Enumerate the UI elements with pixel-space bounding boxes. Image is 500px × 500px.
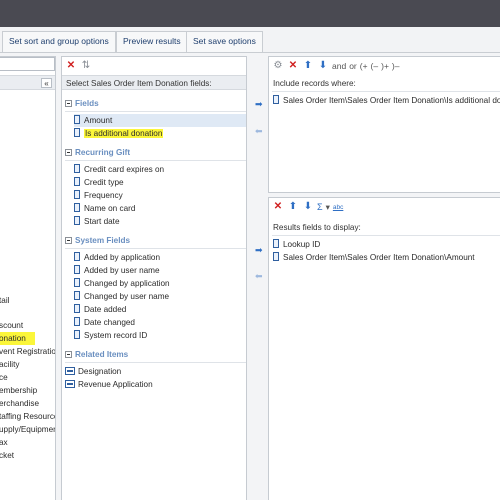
delete-icon[interactable]: ✕: [287, 60, 299, 72]
category-panel: « tail scount onation vent Registration …: [0, 56, 56, 500]
field-changed-by-application[interactable]: Changed by application: [74, 277, 246, 290]
output-header: Results fields to display:: [273, 223, 361, 232]
field-icon: [74, 164, 80, 173]
field-system-record-id[interactable]: System record ID: [74, 329, 246, 342]
field-added-by-user-name[interactable]: Added by user name: [74, 264, 246, 277]
move-down-icon[interactable]: ⬇: [302, 201, 314, 213]
window-titlebar: [0, 0, 500, 27]
field-added-by-application[interactable]: Added by application: [74, 251, 246, 264]
field-icon: [273, 239, 279, 248]
category-item[interactable]: cket: [0, 449, 14, 462]
field-icon: [74, 317, 80, 326]
category-item[interactable]: erchandise: [0, 397, 39, 410]
category-item[interactable]: vent Registration: [0, 345, 55, 358]
or-button[interactable]: or: [349, 61, 357, 71]
category-header: «: [0, 75, 55, 90]
filter-row[interactable]: Sales Order Item\Sales Order Item Donati…: [273, 94, 500, 107]
related-item-icon: [65, 367, 75, 375]
group-header-system-fields[interactable]: System Fields: [65, 234, 246, 247]
fields-header: Select Sales Order Item Donation fields:: [62, 75, 246, 90]
output-toolbar: ✕ ⬆ ⬇ Σ ▾ abc: [269, 198, 500, 216]
field-icon: [74, 252, 80, 261]
move-up-icon[interactable]: ⬆: [302, 60, 314, 72]
field-amount[interactable]: Amount: [74, 114, 246, 127]
collapse-group-icon[interactable]: [65, 149, 72, 156]
category-item[interactable]: scount: [0, 319, 23, 332]
tab-bar: Set sort and group options Preview resul…: [0, 27, 500, 53]
collapse-group-icon[interactable]: [65, 237, 72, 244]
close-paren-button[interactable]: (–: [371, 61, 379, 71]
close-paren-add-button[interactable]: )+: [381, 61, 389, 71]
related-revenue-application[interactable]: Revenue Application: [65, 378, 246, 391]
fields-panel: ✕ ⇅ Select Sales Order Item Donation fie…: [61, 56, 247, 500]
output-row-lookup-id[interactable]: Lookup ID: [273, 238, 320, 251]
fields-toolbar: ✕ ⇅: [62, 57, 246, 75]
field-icon: [74, 216, 80, 225]
field-credit-card-expires[interactable]: Credit card expires on: [74, 163, 246, 176]
filter-toolbar: ⚙ ✕ ⬆ ⬇ and or (+ (– )+ )–: [269, 57, 500, 75]
field-date-added[interactable]: Date added: [74, 303, 246, 316]
move-up-icon[interactable]: ⬆: [287, 201, 299, 213]
tab-sort-group[interactable]: Set sort and group options: [2, 31, 116, 52]
delete-icon[interactable]: ✕: [65, 60, 77, 72]
category-item[interactable]: ce: [0, 371, 8, 384]
filter-header: Include records where:: [273, 79, 356, 88]
add-output-arrow-icon[interactable]: ➡: [255, 246, 263, 255]
add-filter-arrow-icon[interactable]: ➡: [255, 100, 263, 109]
filter-panel: ⚙ ✕ ⬆ ⬇ and or (+ (– )+ )– Include recor…: [268, 56, 500, 193]
group-header-fields[interactable]: Fields: [65, 97, 246, 110]
move-down-icon[interactable]: ⬇: [317, 60, 329, 72]
remove-filter-arrow-icon[interactable]: ⬅: [255, 127, 263, 136]
field-credit-type[interactable]: Credit type: [74, 176, 246, 189]
and-button[interactable]: and: [332, 61, 346, 71]
collapse-icon[interactable]: «: [41, 78, 52, 88]
sum-icon[interactable]: Σ: [317, 202, 323, 212]
field-icon: [74, 203, 80, 212]
category-item-donation[interactable]: onation: [0, 332, 35, 345]
field-icon: [74, 304, 80, 313]
collapse-group-icon[interactable]: [65, 351, 72, 358]
category-item[interactable]: acility: [0, 358, 19, 371]
field-icon: [273, 95, 279, 104]
field-name-on-card[interactable]: Name on card: [74, 202, 246, 215]
spellcheck-icon[interactable]: abc: [333, 204, 343, 211]
open-paren-button[interactable]: (+: [360, 61, 368, 71]
field-icon: [74, 190, 80, 199]
tab-save-options[interactable]: Set save options: [186, 31, 263, 52]
field-icon: [273, 252, 279, 261]
field-changed-by-user-name[interactable]: Changed by user name: [74, 290, 246, 303]
field-icon: [74, 177, 80, 186]
filter-icon[interactable]: ⚙: [272, 60, 284, 72]
category-item[interactable]: ax: [0, 436, 8, 449]
output-panel: ✕ ⬆ ⬇ Σ ▾ abc Results fields to display:…: [268, 197, 500, 500]
field-icon: [74, 265, 80, 274]
field-start-date[interactable]: Start date: [74, 215, 246, 228]
category-item[interactable]: embership: [0, 384, 37, 397]
related-designation[interactable]: Designation: [65, 365, 246, 378]
close-paren-remove-button[interactable]: )–: [392, 61, 400, 71]
field-icon: [74, 128, 80, 137]
field-icon: [74, 291, 80, 300]
tab-preview-results[interactable]: Preview results: [116, 31, 188, 52]
delete-icon[interactable]: ✕: [272, 201, 284, 213]
category-item[interactable]: tail: [0, 294, 9, 307]
sum-dropdown-icon[interactable]: ▾: [326, 202, 330, 213]
field-icon: [74, 330, 80, 339]
field-icon: [74, 115, 80, 124]
group-header-related-items[interactable]: Related Items: [65, 348, 246, 361]
output-row-amount[interactable]: Sales Order Item\Sales Order Item Donati…: [273, 251, 475, 264]
field-icon: [74, 278, 80, 287]
field-is-additional-donation[interactable]: Is additional donation: [74, 127, 246, 140]
filter-icon[interactable]: ⇅: [80, 60, 92, 72]
category-search-input[interactable]: [0, 57, 55, 71]
group-header-recurring-gift[interactable]: Recurring Gift: [65, 146, 246, 159]
category-item[interactable]: taffing Resource: [0, 410, 55, 423]
collapse-group-icon[interactable]: [65, 100, 72, 107]
remove-output-arrow-icon[interactable]: ⬅: [255, 272, 263, 281]
related-item-icon: [65, 380, 75, 388]
field-frequency[interactable]: Frequency: [74, 189, 246, 202]
category-item[interactable]: upply/Equipment: [0, 423, 55, 436]
field-date-changed[interactable]: Date changed: [74, 316, 246, 329]
